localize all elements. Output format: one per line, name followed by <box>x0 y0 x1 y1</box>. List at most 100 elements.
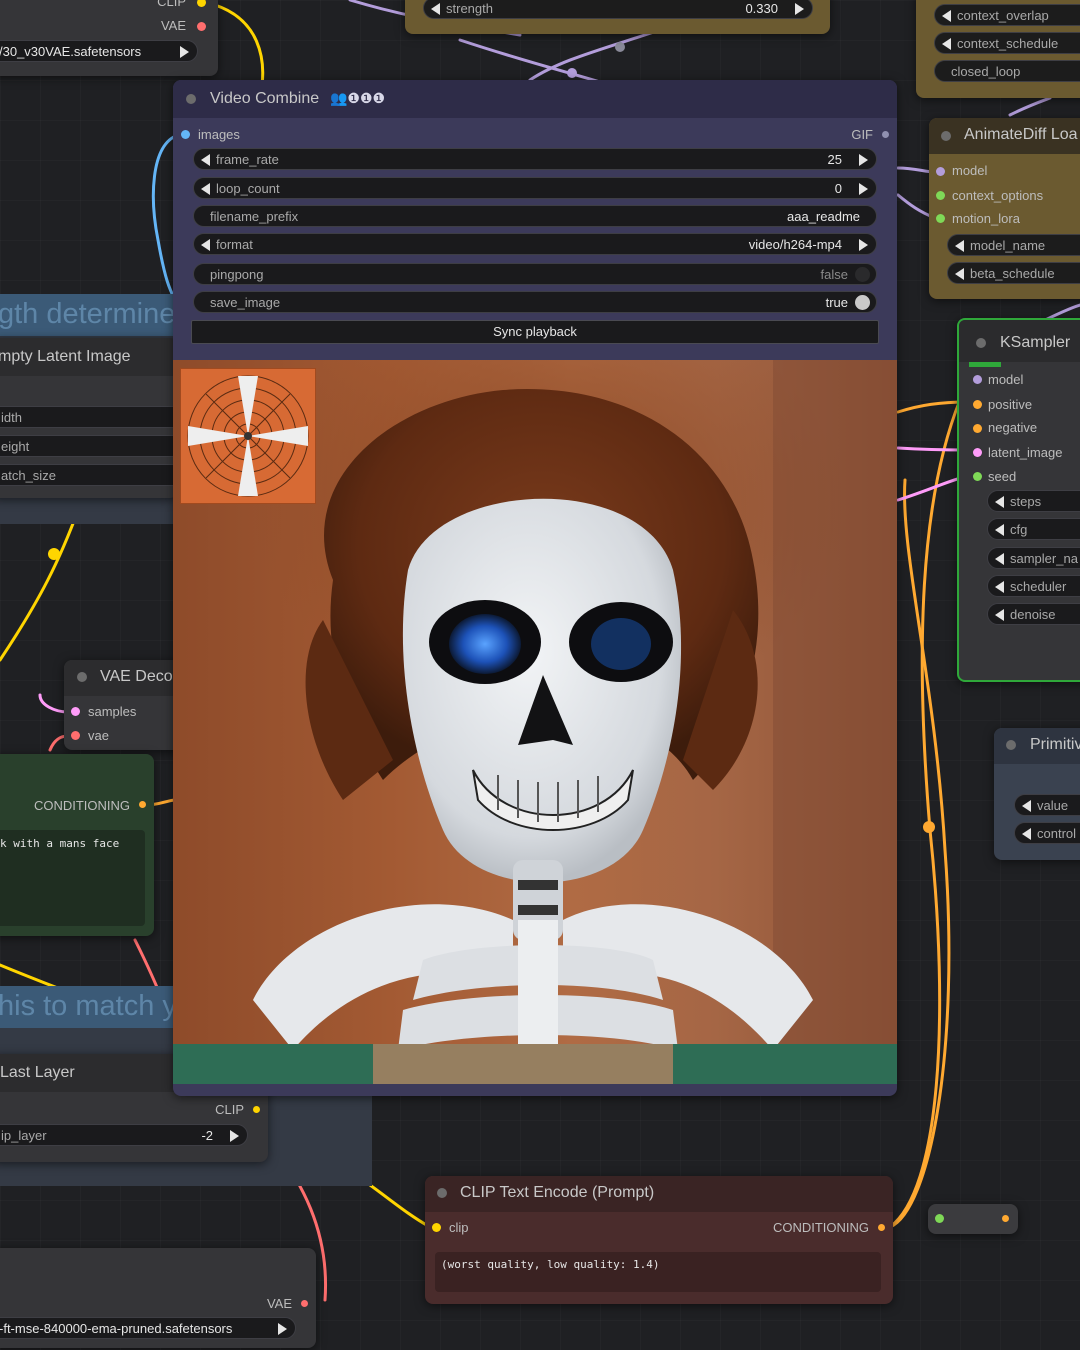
vae-name-widget[interactable]: -ft-mse-840000-ema-pruned.safetensors <box>0 1317 296 1339</box>
arrow-right-icon[interactable] <box>859 183 868 195</box>
sync-playback-button[interactable]: Sync playback <box>191 320 879 344</box>
arrow-left-icon[interactable] <box>942 10 951 22</box>
model-name-widget[interactable]: model_name <box>947 234 1080 256</box>
arrow-left-icon[interactable] <box>201 239 210 251</box>
arrow-left-icon[interactable] <box>201 183 210 195</box>
arrow-left-icon[interactable] <box>431 3 440 15</box>
positive-prompt-node[interactable]: CONDITIONING k with a mans face <box>0 754 154 936</box>
arrow-left-icon[interactable] <box>995 581 1004 593</box>
format-widget[interactable]: format video/h264-mp4 <box>193 233 877 255</box>
reroute-input-socket[interactable] <box>935 1214 944 1223</box>
arrow-right-icon[interactable] <box>278 1323 287 1335</box>
gif-output-socket[interactable] <box>882 131 889 138</box>
primitive-node[interactable]: Primitiv value control <box>994 728 1080 860</box>
context-options-node[interactable]: context_overlap context_schedule closed_… <box>916 0 1080 98</box>
filename-prefix-widget[interactable]: filename_prefix aaa_readme <box>193 205 877 227</box>
toggle-on-icon[interactable] <box>855 295 870 310</box>
arrow-left-icon[interactable] <box>955 240 964 252</box>
steps-widget[interactable]: steps <box>987 490 1080 512</box>
sampler-name-widget[interactable]: sampler_na <box>987 547 1080 569</box>
strength-widget[interactable]: strength 0.330 <box>423 0 813 19</box>
model-input-socket[interactable] <box>973 375 982 384</box>
ksampler-node[interactable]: KSampler model positive negative latent_… <box>957 318 1080 682</box>
images-input-socket[interactable] <box>181 130 190 139</box>
denoise-widget[interactable]: denoise <box>987 603 1080 625</box>
arrow-left-icon[interactable] <box>1022 828 1031 840</box>
clip-output-socket[interactable] <box>197 0 206 7</box>
format-value: video/h264-mp4 <box>748 237 842 252</box>
vae-decode-node[interactable]: VAE Deco samples vae <box>64 660 184 750</box>
arrow-right-icon[interactable] <box>180 46 189 58</box>
animatediff-loader-node[interactable]: AnimateDiff Loa model context_options mo… <box>929 118 1080 299</box>
clip-text-encode-node[interactable]: CLIP Text Encode (Prompt) clip CONDITION… <box>425 1176 893 1304</box>
ckpt-name-value: /30_v30VAE.safetensors <box>0 44 142 59</box>
cfg-widget[interactable]: cfg <box>987 518 1080 540</box>
clip-output-socket[interactable] <box>253 1106 260 1113</box>
arrow-left-icon[interactable] <box>201 154 210 166</box>
arrow-right-icon[interactable] <box>859 239 868 251</box>
pingpong-toggle[interactable]: pingpong false <box>193 263 877 285</box>
frame-rate-value: 25 <box>827 152 842 167</box>
ckpt-name-widget[interactable]: /30_v30VAE.safetensors <box>0 40 198 62</box>
reroute-node[interactable] <box>928 1204 1018 1234</box>
arrow-left-icon[interactable] <box>995 553 1004 565</box>
collapse-dot-icon[interactable] <box>186 94 196 104</box>
frame-rate-widget[interactable]: frame_rate 25 <box>193 148 877 170</box>
negative-prompt-textarea[interactable]: (worst quality, low quality: 1.4) <box>435 1252 881 1292</box>
collapse-dot-icon[interactable] <box>77 672 87 682</box>
arrow-right-icon[interactable] <box>859 154 868 166</box>
collapse-dot-icon[interactable] <box>976 338 986 348</box>
vae-decode-title: VAE Deco <box>100 668 173 685</box>
collapse-dot-icon[interactable] <box>437 1188 447 1198</box>
vae-output-socket[interactable] <box>301 1300 308 1307</box>
video-combine-node[interactable]: Video Combine 👥❶❶❶ images GIF frame_rate… <box>173 80 897 1096</box>
context-overlap-widget[interactable]: context_overlap <box>934 4 1080 26</box>
save-image-toggle[interactable]: save_image true <box>193 291 877 313</box>
reroute-output-socket[interactable] <box>1002 1215 1009 1222</box>
empty-latent-image-node[interactable]: mpty Latent Image idth eight atch_size <box>0 338 178 498</box>
arrow-left-icon[interactable] <box>1022 800 1031 812</box>
arrow-left-icon[interactable] <box>942 38 951 50</box>
reroute-dot <box>923 821 935 833</box>
motion-lora-input-socket[interactable] <box>936 214 945 223</box>
width-widget[interactable]: idth <box>0 406 178 428</box>
vae-output-socket[interactable] <box>197 22 206 31</box>
arrow-left-icon[interactable] <box>955 268 964 280</box>
samples-input-socket[interactable] <box>71 707 80 716</box>
arrow-left-icon[interactable] <box>995 496 1004 508</box>
vae-loader-node[interactable]: VAE -ft-mse-840000-ema-pruned.safetensor… <box>0 1248 316 1348</box>
beta-schedule-widget[interactable]: beta_schedule <box>947 262 1080 284</box>
conditioning-output-socket[interactable] <box>139 801 146 808</box>
loop-count-widget[interactable]: loop_count 0 <box>193 177 877 199</box>
images-input-label: images <box>198 127 240 142</box>
arrow-left-icon[interactable] <box>995 524 1004 536</box>
positive-input-socket[interactable] <box>973 400 982 409</box>
beta-schedule-label: beta_schedule <box>970 266 1055 281</box>
batch-size-widget[interactable]: atch_size <box>0 464 178 486</box>
vae-input-socket[interactable] <box>71 731 80 740</box>
seed-input-socket[interactable] <box>973 472 982 481</box>
model-input-socket[interactable] <box>936 167 945 176</box>
context-schedule-widget[interactable]: context_schedule <box>934 32 1080 54</box>
context-options-input-socket[interactable] <box>936 191 945 200</box>
positive-prompt-textarea[interactable]: k with a mans face <box>0 830 145 926</box>
video-preview[interactable] <box>173 360 897 1084</box>
arrow-right-icon[interactable] <box>795 3 804 15</box>
clip-input-socket[interactable] <box>432 1223 441 1232</box>
negative-input-socket[interactable] <box>973 424 982 433</box>
primitive-control-widget[interactable]: control <box>1014 822 1080 844</box>
collapse-dot-icon[interactable] <box>941 131 951 141</box>
latent-image-input-socket[interactable] <box>973 448 982 457</box>
lora-strength-node[interactable]: strength 0.330 <box>405 0 830 34</box>
height-widget[interactable]: eight <box>0 435 178 457</box>
arrow-right-icon[interactable] <box>230 1130 239 1142</box>
toggle-off-icon[interactable] <box>855 267 870 282</box>
closed-loop-widget[interactable]: closed_loop <box>934 60 1080 82</box>
scheduler-widget[interactable]: scheduler <box>987 575 1080 597</box>
primitive-value-widget[interactable]: value <box>1014 794 1080 816</box>
collapse-dot-icon[interactable] <box>1006 740 1016 750</box>
arrow-left-icon[interactable] <box>995 609 1004 621</box>
stop-at-clip-layer-widget[interactable]: ip_layer -2 <box>0 1124 248 1146</box>
checkpoint-loader-node[interactable]: CLIP VAE /30_v30VAE.safetensors <box>0 0 218 76</box>
conditioning-output-socket[interactable] <box>878 1224 885 1231</box>
